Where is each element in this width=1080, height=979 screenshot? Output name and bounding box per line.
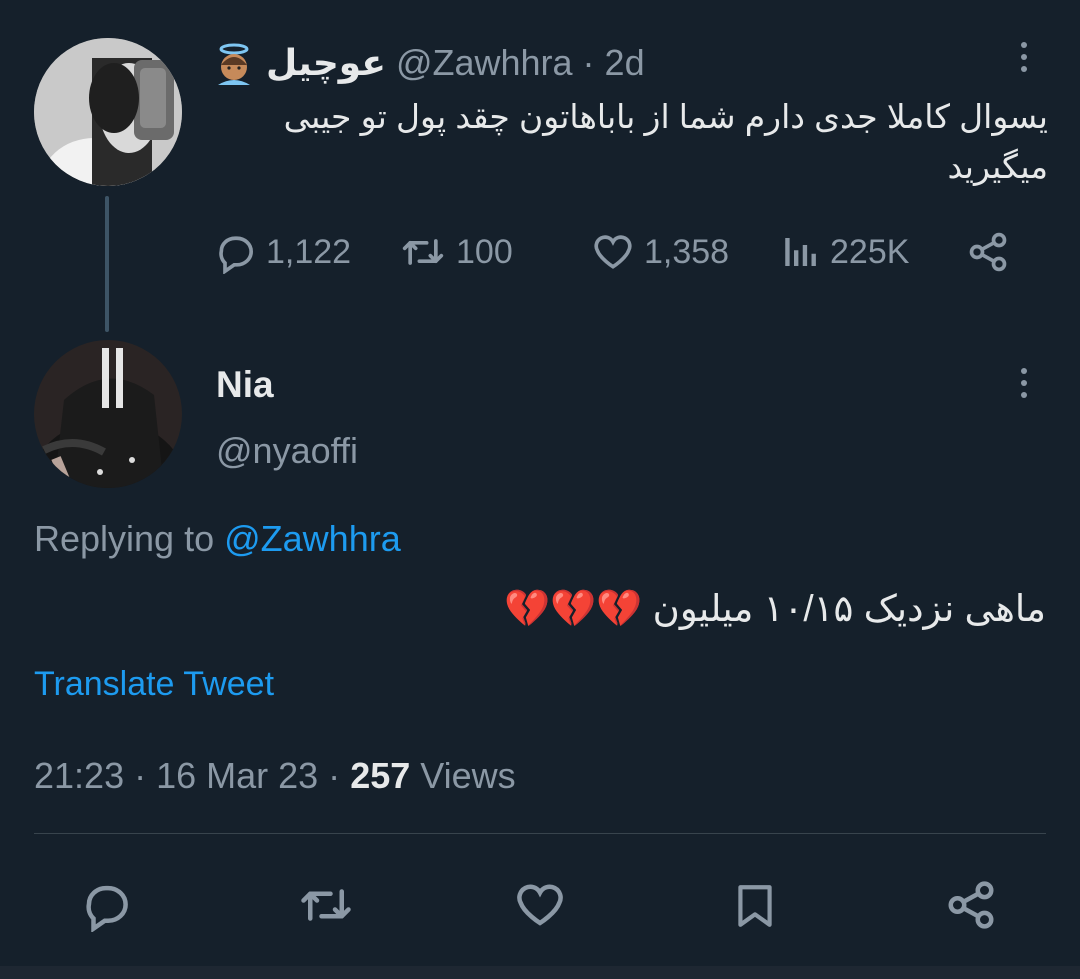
translate-tweet-link[interactable]: Translate Tweet (34, 665, 274, 704)
parent-avatar[interactable] (34, 38, 182, 186)
parent-header: عوچیل @Zawhhra · 2d (212, 40, 645, 86)
views-label: Views (420, 755, 516, 796)
like-icon (517, 884, 563, 926)
replying-to-link[interactable]: @Zawhhra (224, 518, 401, 559)
like-icon (594, 235, 632, 269)
separator-dot: · (582, 42, 595, 83)
retweet-count: 100 (456, 232, 513, 271)
share-icon (948, 881, 994, 929)
parent-handle[interactable]: @Zawhhra (396, 42, 573, 84)
reply-button[interactable] (80, 878, 134, 937)
views-stat[interactable]: 225K (780, 230, 909, 274)
reply-handle[interactable]: @nyaoffi (216, 430, 358, 472)
divider (34, 833, 1046, 834)
action-bar (0, 860, 1080, 950)
parent-more-icon[interactable] (1019, 42, 1029, 72)
retweet-stat[interactable]: 100 (398, 230, 513, 274)
reply-more-icon[interactable] (1019, 368, 1029, 398)
views-count: 225K (830, 232, 910, 271)
parent-time[interactable]: 2d (605, 42, 645, 84)
views-number: 257 (350, 755, 411, 796)
retweet-icon (402, 239, 444, 265)
reply-count: 1,122 (266, 232, 352, 271)
bookmark-button[interactable] (730, 878, 780, 939)
parent-display-name[interactable]: عوچیل (266, 42, 386, 84)
share-button[interactable] (944, 878, 998, 937)
share-icon (969, 232, 1007, 272)
like-count: 1,358 (644, 232, 730, 271)
parent-tweet-text: یسوال کاملا جدی دارم شما از باباهاتون چق… (212, 92, 1048, 192)
reply-icon (86, 885, 128, 933)
reply-tweet-text: ماهی نزدیک ۱۰/۱۵ میلیون 💔💔💔 (34, 582, 1046, 636)
replying-prefix: Replying to (34, 518, 215, 559)
replying-to-line: Replying to @Zawhhra (34, 518, 401, 560)
parent-text-line1: یسوال کاملا جدی دارم شما از باباهاتون چق… (283, 98, 1048, 135)
parent-text-line2: میگیرید (947, 148, 1048, 185)
like-button[interactable] (512, 878, 568, 937)
timestamp[interactable]: 21:23 · 16 Mar 23 · (34, 755, 340, 796)
angel-emoji (212, 41, 256, 85)
reply-text: ماهی نزدیک ۱۰/۱۵ میلیون 💔💔💔 (504, 588, 1046, 629)
parent-share-button[interactable] (966, 230, 1010, 279)
reply-avatar[interactable] (34, 340, 182, 488)
retweet-button[interactable] (296, 878, 356, 937)
reply-display-name[interactable]: Nia (216, 364, 274, 406)
retweet-icon (301, 889, 351, 921)
reply-stat[interactable]: 1,122 (214, 230, 351, 274)
bookmark-icon (738, 885, 772, 927)
reply-icon (219, 236, 253, 274)
like-stat[interactable]: 1,358 (590, 230, 729, 274)
views-icon (785, 238, 816, 266)
timestamp-line: 21:23 · 16 Mar 23 · 257 Views (34, 755, 516, 797)
thread-connector (105, 196, 109, 332)
bottom-edge (0, 966, 1080, 979)
